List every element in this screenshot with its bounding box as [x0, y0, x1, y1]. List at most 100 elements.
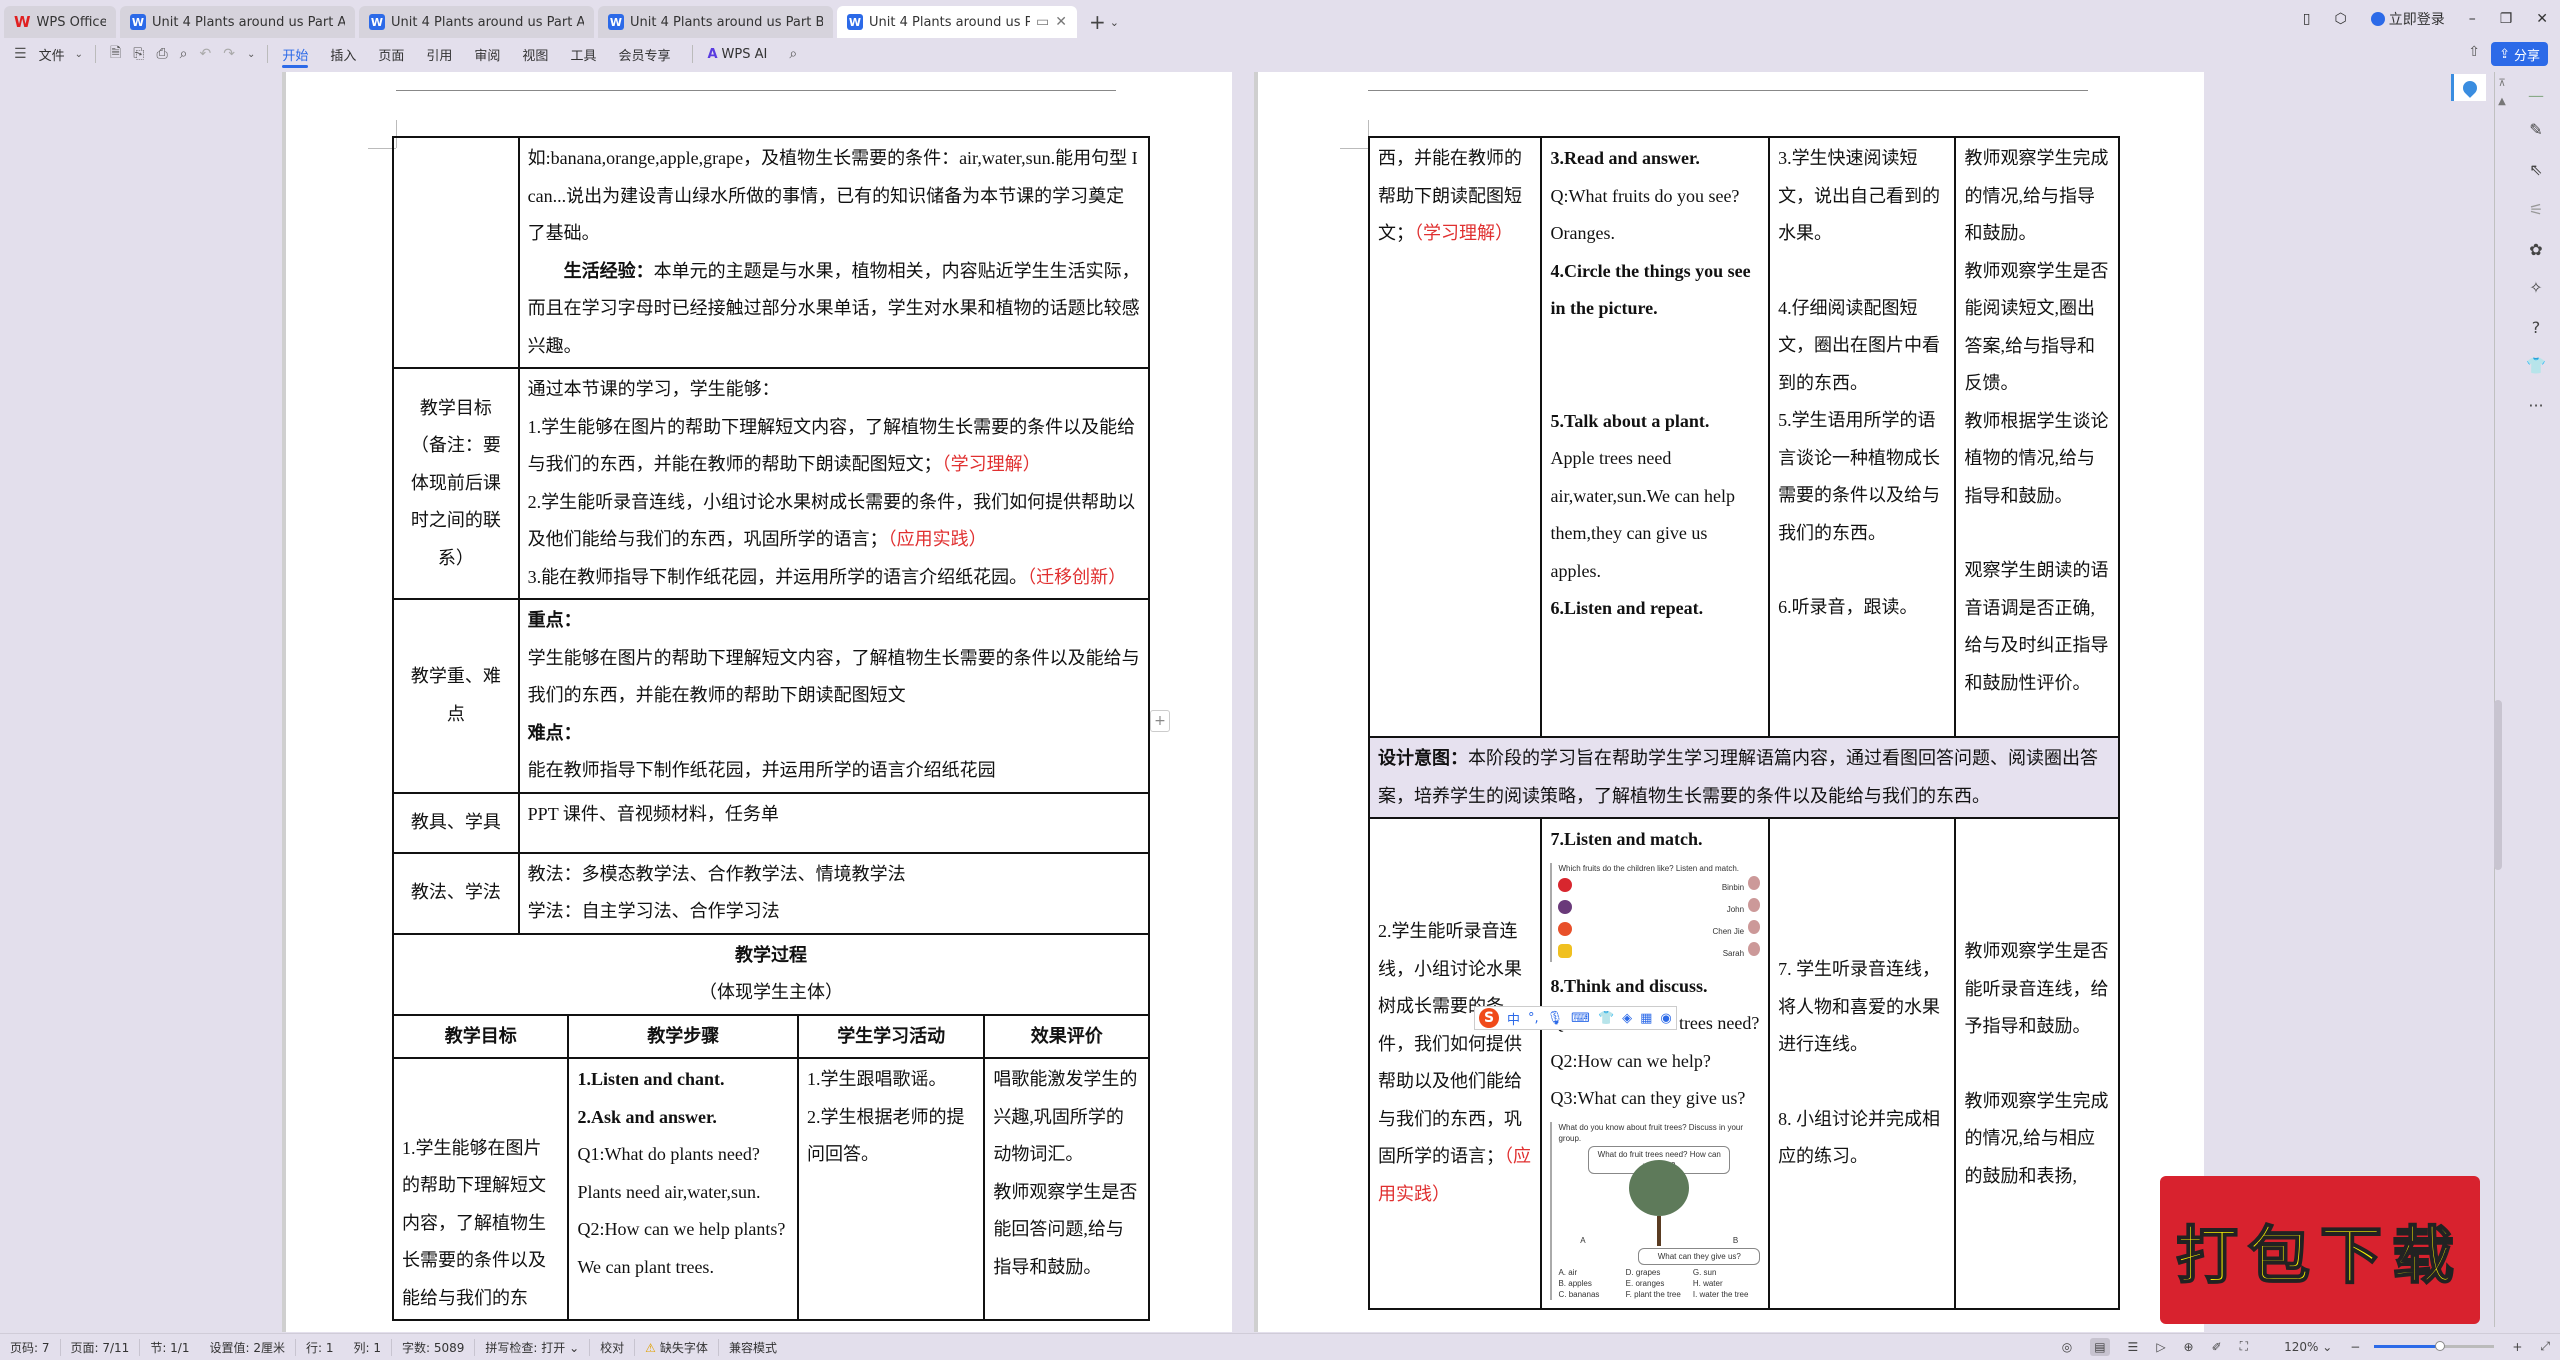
chevron-down-icon[interactable]: ⌄: [1110, 16, 1119, 29]
keyboard-icon[interactable]: ⌨: [1571, 1011, 1590, 1026]
undo-icon[interactable]: ↶: [199, 46, 211, 62]
monitor-icon[interactable]: ▭: [1036, 14, 1049, 30]
cell-activities[interactable]: 3.学生快速阅读短文，说出自己看到的水果。 4.仔细阅读配图短文，圈出在图片中看…: [1768, 136, 1957, 738]
cell-knowledge[interactable]: 如:banana,orange,apple,grape，及植物生长需要的条件：a…: [517, 136, 1151, 369]
cell-methods[interactable]: 教法：多模态教学法、合作教学法、情境教学法 学法：自主学习法、合作学习法: [517, 851, 1151, 935]
outline-view-icon[interactable]: ☰: [2128, 1340, 2139, 1354]
chevron-down-icon[interactable]: ⌄: [247, 49, 255, 60]
tablet-icon[interactable]: ▯: [2303, 11, 2311, 27]
select-cursor-icon[interactable]: ⇖: [2524, 160, 2548, 179]
tab-document[interactable]: W Unit 4 Plants around us Part A Let's: [120, 6, 355, 38]
tab-page[interactable]: 页面: [378, 38, 404, 70]
cell-goal[interactable]: 西，并能在教师的帮助下朗读配图短文；（学习理解）: [1367, 136, 1543, 738]
tab-member[interactable]: 会员专享: [618, 38, 670, 70]
vertical-scrollbar-thumb[interactable]: [2494, 700, 2502, 870]
game-icon[interactable]: ◈: [1622, 1011, 1632, 1026]
print-preview-icon[interactable]: ⌕: [180, 46, 188, 62]
adjust-icon[interactable]: ⚟: [2524, 200, 2548, 219]
write-mode-icon[interactable]: ✐: [2212, 1340, 2222, 1354]
add-row-button[interactable]: +: [1150, 710, 1170, 732]
cell-steps[interactable]: 3.Read and answer. Q:What fruits do you …: [1540, 136, 1771, 738]
ime-mode[interactable]: 中: [1507, 1009, 1520, 1028]
skin-icon[interactable]: 👕: [1598, 1011, 1614, 1026]
tab-document[interactable]: W Unit 4 Plants around us Part A Let's: [359, 6, 594, 38]
cell-steps[interactable]: 7.Listen and match. Which fruits do the …: [1540, 817, 1771, 1310]
mascot-icon[interactable]: ◉: [1660, 1011, 1671, 1026]
zoom-slider[interactable]: [2374, 1341, 2495, 1351]
ime-toolbar[interactable]: S 中 °, 🎙 ⌨ 👕 ◈ ▦ ◉: [1474, 1006, 1677, 1030]
cell-activities[interactable]: 1.学生跟唱歌谣。 2.学生根据老师的提问回答。: [796, 1057, 986, 1321]
cell-keypoints[interactable]: 重点： 学生能够在图片的帮助下理解短文内容，了解植物生长需要的条件以及能给与我们…: [517, 598, 1151, 794]
theme-icon[interactable]: 👕: [2524, 356, 2548, 375]
restore-icon[interactable]: ❐: [2500, 11, 2513, 27]
zoom-in-button[interactable]: +: [2512, 1340, 2522, 1354]
sogou-logo-icon[interactable]: S: [1479, 1008, 1499, 1028]
cell-steps[interactable]: 1.Listen and chant. 2.Ask and answer. Q1…: [567, 1057, 799, 1321]
tab-document[interactable]: W Unit 4 Plants around us Part B Let's: [598, 6, 833, 38]
process-subtitle: （体现学生主体）: [699, 982, 843, 1002]
cell-goals[interactable]: 通过本节课的学习，学生能够： 1.学生能够在图片的帮助下理解短文内容，了解植物生…: [517, 367, 1151, 600]
child-face: [1748, 942, 1761, 956]
location-marker-button[interactable]: [2451, 74, 2486, 101]
menu-icon[interactable]: ☰: [14, 46, 27, 62]
download-package-banner[interactable]: 打包下载: [2160, 1176, 2480, 1324]
cell-activities[interactable]: 7. 学生听录音连线，将人物和喜爱的水果进行连线。 8. 小组讨论并完成相应的练…: [1768, 817, 1957, 1310]
save-icon[interactable]: 🗎: [110, 42, 121, 66]
tab-references[interactable]: 引用: [426, 38, 452, 70]
proofread-button[interactable]: 校对: [600, 1338, 636, 1356]
pen-icon[interactable]: ✎: [2524, 120, 2548, 139]
print-icon[interactable]: ⎙: [156, 46, 167, 62]
reading-mode-icon[interactable]: ▷: [2156, 1340, 2165, 1354]
login-button[interactable]: 立即登录: [2370, 9, 2445, 29]
missing-font-button[interactable]: ⚠ 缺失字体: [645, 1338, 719, 1356]
redo-icon[interactable]: ↷: [223, 46, 235, 62]
web-view-icon[interactable]: ⊕: [2184, 1340, 2194, 1354]
cell-evaluation[interactable]: 教师观察学生是否能听录音连线，给予指导和鼓励。 教师观察学生完成的情况,给与相应…: [1954, 817, 2120, 1310]
cell-goal[interactable]: 1.学生能够在图片的帮助下理解短文内容，了解植物生长需要的条件以及能给与我们的东: [391, 1057, 570, 1321]
tab-insert[interactable]: 插入: [330, 38, 356, 70]
zoom-level[interactable]: 120% ⌄: [2266, 1340, 2332, 1354]
zoom-slider-handle[interactable]: [2435, 1341, 2446, 1351]
tab-document-active[interactable]: W Unit 4 Plants around us Part ▭ ✕: [837, 6, 1077, 38]
tab-review[interactable]: 审阅: [474, 38, 500, 70]
status-word-count[interactable]: 字数: 5089: [402, 1338, 476, 1356]
fit-page-icon[interactable]: ⛶: [2240, 1339, 2248, 1354]
microphone-icon[interactable]: 🎙: [1547, 1011, 1564, 1026]
minimize-panel-icon[interactable]: —: [2524, 86, 2548, 105]
file-menu[interactable]: 文件: [39, 38, 65, 70]
close-window-icon[interactable]: ✕: [2536, 11, 2548, 27]
ime-punctuation[interactable]: °,: [1528, 1011, 1539, 1026]
export-icon[interactable]: ⎘: [133, 46, 144, 62]
cell-goal[interactable]: 2.学生能听录音连线，小组讨论水果树成长需要的条件，我们如何提供帮助以及他们能给…: [1367, 817, 1543, 1310]
share-button[interactable]: ⇪ 分享: [2491, 42, 2548, 66]
more-icon[interactable]: ···: [2524, 396, 2548, 415]
tools-text[interactable]: PPT 课件、音视频材料，任务单: [517, 791, 1151, 854]
tab-view[interactable]: 视图: [522, 38, 548, 70]
close-tab-icon[interactable]: ✕: [1055, 14, 1067, 30]
zoom-out-button[interactable]: −: [2350, 1340, 2360, 1354]
status-page-code[interactable]: 页码: 7: [10, 1338, 61, 1356]
cloud-sync-icon[interactable]: ⇧: [2468, 44, 2480, 60]
wps-ai-button[interactable]: A WPS AI: [707, 38, 767, 70]
tab-wps-home[interactable]: W WPS Office: [4, 6, 116, 38]
page-view-icon[interactable]: ▤: [2090, 1337, 2110, 1356]
apps-icon[interactable]: ▦: [1640, 1011, 1652, 1026]
search-icon[interactable]: ⌕: [789, 46, 797, 62]
help-icon[interactable]: ?: [2524, 318, 2548, 337]
cube-icon[interactable]: ⬡: [2334, 11, 2346, 27]
minimize-icon[interactable]: –: [2469, 11, 2476, 27]
cell-evaluation[interactable]: 唱歌能激发学生的兴趣,巩固所学的动物词汇。 教师观察学生是否能回答问题,给与指导…: [983, 1057, 1150, 1321]
tab-home[interactable]: 开始: [282, 38, 309, 70]
eye-protection-icon[interactable]: ◎: [2062, 1340, 2072, 1354]
status-page[interactable]: 页面: 7/11: [71, 1338, 141, 1356]
cell-evaluation[interactable]: 教师观察学生完成的情况,给与指导和鼓励。 教师观察学生是否能阅读短文,圈出答案,…: [1954, 136, 2120, 738]
chevron-down-icon[interactable]: ⌄: [75, 49, 83, 60]
magic-tools-icon[interactable]: ✧: [2524, 278, 2548, 297]
cell-process-title[interactable]: 教学过程 （体现学生主体）: [392, 932, 1150, 1016]
style-icon[interactable]: ✿: [2524, 240, 2548, 259]
fullscreen-icon[interactable]: ⤢: [2540, 1339, 2550, 1354]
tab-tools[interactable]: 工具: [570, 38, 596, 70]
spell-check-toggle[interactable]: 拼写检查: 打开 ⌄: [485, 1338, 591, 1356]
cell-design-intent[interactable]: 设计意图：本阶段的学习旨在帮助学生学习理解语篇内容，通过看图回答问题、阅读圈出答…: [1368, 736, 2120, 819]
new-tab-button[interactable]: + ⌄: [1081, 6, 1127, 38]
